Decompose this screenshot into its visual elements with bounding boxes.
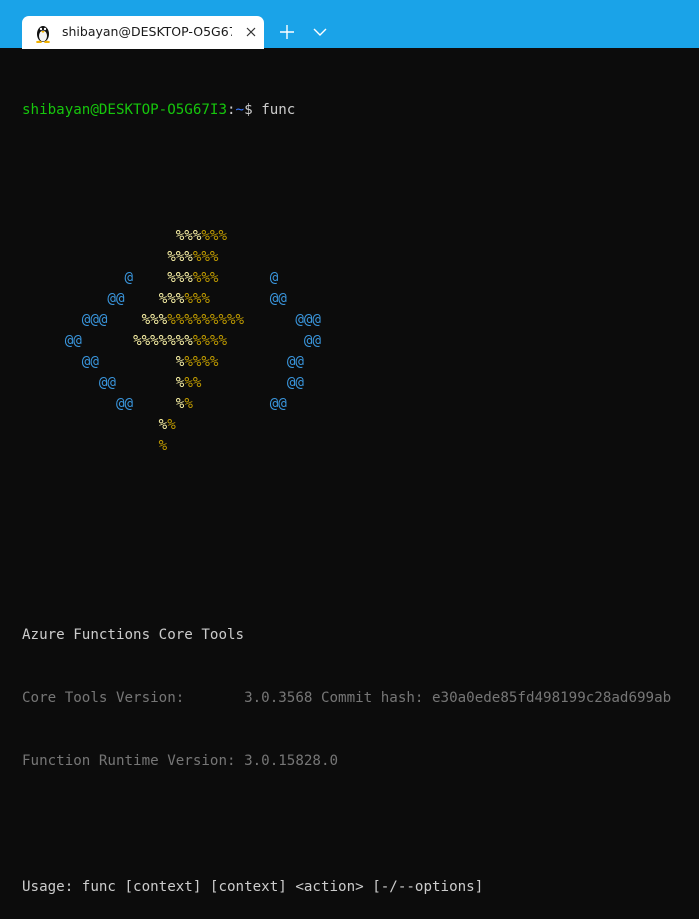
logo-segment	[116, 375, 176, 391]
logo-segment	[22, 312, 82, 328]
logo-segment	[227, 333, 304, 349]
logo-segment: @@	[98, 375, 116, 391]
logo-segment	[82, 333, 133, 349]
logo-row: @ %%%%%% @	[22, 268, 671, 289]
tab-title: shibayan@DESKTOP-O5G67I3: ~	[62, 24, 232, 39]
logo-segment	[244, 312, 295, 328]
logo-segment: @@	[286, 354, 304, 370]
logo-segment	[22, 354, 82, 370]
logo-segment: %%%	[192, 270, 219, 286]
logo-segment	[22, 375, 99, 391]
logo-segment: @@	[115, 396, 134, 412]
close-icon[interactable]	[244, 25, 258, 39]
logo-segment	[210, 291, 270, 307]
azure-functions-ascii-logo: %%%%%% %%%%%% @ %%%%%% @ @@ %%%%%% @@ @@…	[22, 226, 671, 457]
logo-segment	[218, 354, 286, 370]
output-heading: Azure Functions Core Tools	[22, 627, 245, 643]
logo-segment: %%%	[158, 291, 185, 307]
logo-row: @@ %%% @@	[22, 373, 671, 394]
linux-tux-icon	[36, 26, 50, 43]
logo-segment	[133, 270, 167, 286]
logo-segment: %	[158, 417, 168, 433]
core-tools-version: Core Tools Version: 3.0.3568 Commit hash…	[22, 690, 672, 706]
logo-row: %%%%%%	[22, 247, 671, 268]
logo-segment: %%%	[201, 228, 227, 244]
logo-row: @@ %% @@	[22, 394, 671, 415]
logo-segment: %%%	[167, 249, 193, 265]
logo-segment: @@	[107, 291, 125, 307]
prompt-symbol: $	[244, 102, 262, 118]
logo-segment	[22, 228, 176, 244]
terminal-output[interactable]: shibayan@DESKTOP-O5G67I3:~$ func %%%%%% …	[22, 58, 671, 919]
logo-row: @@ %%%%% @@	[22, 352, 671, 373]
logo-segment: %	[158, 438, 168, 454]
prompt-user-host: shibayan@DESKTOP-O5G67I3	[22, 102, 227, 118]
logo-segment: %%%%%%%%%	[167, 312, 245, 328]
logo-segment: @@	[303, 333, 321, 349]
logo-segment	[125, 291, 159, 307]
logo-segment	[218, 270, 269, 286]
logo-segment: %%%	[167, 270, 193, 286]
logo-segment	[22, 396, 116, 412]
logo-segment: %%	[184, 375, 202, 391]
logo-segment: %%%	[192, 249, 219, 265]
prompt-separator: :	[227, 102, 236, 118]
logo-segment: %%%	[141, 312, 168, 328]
logo-segment: @@	[269, 291, 287, 307]
logo-segment	[22, 333, 65, 349]
runtime-version: Function Runtime Version: 3.0.15828.0	[22, 753, 339, 769]
logo-segment	[22, 438, 159, 454]
prompt-path: ~	[235, 102, 245, 118]
logo-segment: @@	[269, 396, 287, 412]
logo-row: %	[22, 436, 671, 457]
logo-row: @@ %%%%%%%%%%% @@	[22, 331, 671, 352]
logo-segment: %%%%	[192, 333, 228, 349]
logo-segment: %%%%	[184, 354, 219, 370]
prompt-line: shibayan@DESKTOP-O5G67I3:~$ func	[22, 100, 671, 121]
usage-line: Usage: func [context] [context] <action>…	[22, 879, 484, 895]
logo-segment	[193, 396, 270, 412]
logo-segment: %	[184, 396, 193, 412]
title-bar: shibayan@DESKTOP-O5G67I3: ~	[0, 0, 699, 49]
logo-segment: @@@	[81, 312, 108, 328]
logo-segment	[22, 291, 107, 307]
logo-segment	[22, 249, 167, 265]
logo-segment	[22, 270, 125, 286]
logo-row: @@ %%%%%% @@	[22, 289, 671, 310]
logo-segment: %%%	[175, 228, 202, 244]
logo-segment: @	[124, 270, 134, 286]
logo-segment: @@	[286, 375, 304, 391]
plus-icon[interactable]	[278, 23, 296, 41]
tab-terminal[interactable]: shibayan@DESKTOP-O5G67I3: ~	[22, 16, 264, 49]
chevron-down-icon[interactable]	[312, 25, 328, 39]
logo-row: @@@ %%%%%%%%%%%% @@@	[22, 310, 671, 331]
logo-row: %%%%%%	[22, 226, 671, 247]
logo-segment: @@	[81, 354, 99, 370]
logo-segment: %	[167, 417, 176, 433]
logo-segment: %%%	[184, 291, 210, 307]
logo-segment: @@@	[295, 312, 321, 328]
logo-segment: @	[269, 270, 279, 286]
logo-segment	[201, 375, 286, 391]
logo-segment	[107, 312, 141, 328]
logo-segment	[99, 354, 176, 370]
logo-segment	[22, 417, 159, 433]
logo-row: %%	[22, 415, 671, 436]
logo-segment: @@	[64, 333, 82, 349]
command-text: func	[261, 102, 296, 118]
logo-segment: %%%%%%%	[133, 333, 193, 349]
logo-segment	[133, 396, 176, 412]
